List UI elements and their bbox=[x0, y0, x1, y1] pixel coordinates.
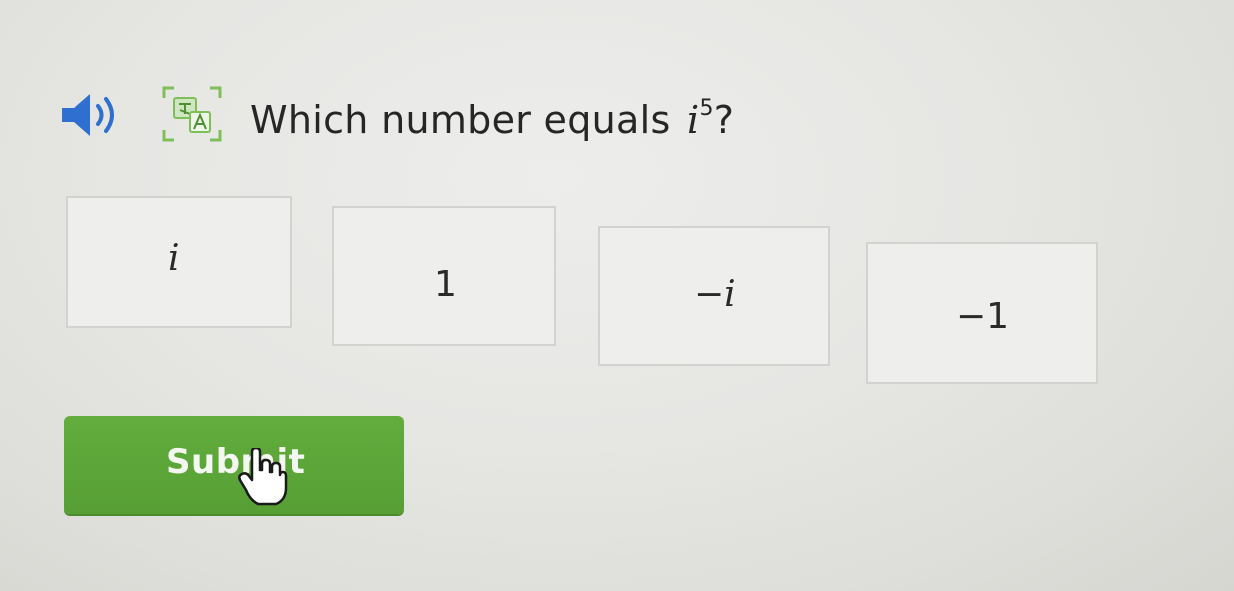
screen: Which number equals i5? i 1 −i −1 Submit bbox=[0, 0, 1234, 591]
answer-choice-label: i bbox=[168, 238, 180, 279]
hand-pointer-icon bbox=[238, 448, 288, 506]
answer-choice-1[interactable]: 1 bbox=[332, 206, 556, 346]
question-prefix: Which number equals bbox=[250, 98, 683, 142]
question-suffix: ? bbox=[713, 98, 735, 142]
question-exponent: 5 bbox=[699, 96, 714, 122]
answer-choice-label: 1 bbox=[434, 264, 457, 305]
audio-button[interactable] bbox=[58, 86, 130, 144]
question-text: Which number equals i5? bbox=[250, 96, 735, 142]
question-base: i bbox=[686, 98, 700, 142]
answer-choice-label: −i bbox=[694, 274, 736, 315]
answer-choice-i[interactable]: i bbox=[66, 196, 292, 328]
submit-button[interactable]: Submit bbox=[64, 416, 404, 514]
translate-icon bbox=[162, 86, 222, 142]
answer-choice-label: −1 bbox=[956, 296, 1010, 337]
answer-choice-negative-i[interactable]: −i bbox=[598, 226, 830, 366]
translate-button[interactable] bbox=[160, 84, 224, 146]
speaker-icon bbox=[62, 94, 114, 136]
answer-choice-negative-1[interactable]: −1 bbox=[866, 242, 1098, 384]
